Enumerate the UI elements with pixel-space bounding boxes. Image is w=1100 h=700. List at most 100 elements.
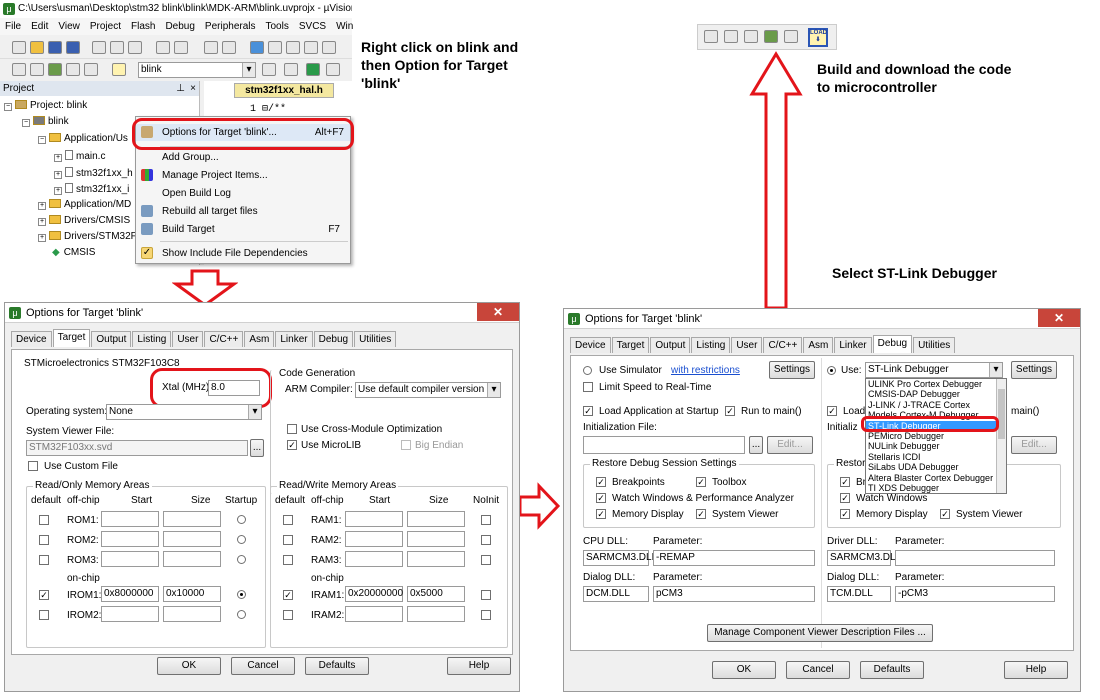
- menu-add-group[interactable]: Add Group...: [136, 149, 350, 166]
- batch-build-icon[interactable]: [66, 63, 80, 76]
- tree-app-user[interactable]: − Application/Us: [38, 133, 128, 144]
- memory-checkbox[interactable]: ✓: [596, 509, 606, 519]
- debugger-settings-button[interactable]: Settings: [1011, 361, 1057, 379]
- tab-asm[interactable]: Asm: [244, 331, 275, 347]
- expand-icon[interactable]: +: [38, 234, 46, 242]
- tab-linker[interactable]: Linker: [834, 337, 872, 353]
- driver-param-input[interactable]: [895, 550, 1055, 566]
- expand-icon[interactable]: +: [38, 218, 46, 226]
- tab-device[interactable]: Device: [11, 331, 52, 347]
- tab-debug[interactable]: Debug: [313, 331, 354, 347]
- cancel-button[interactable]: Cancel: [786, 661, 850, 679]
- tree-file-h[interactable]: + stm32f1xx_h: [54, 167, 133, 179]
- build-icon[interactable]: [30, 63, 44, 76]
- tdialog-dll-input[interactable]: TCM.DLL: [827, 586, 891, 602]
- rebuild-icon[interactable]: [744, 30, 758, 43]
- memory-checkbox-right[interactable]: ✓: [840, 509, 850, 519]
- rom2-startup[interactable]: [237, 535, 246, 544]
- tree-root[interactable]: − Project: blink: [4, 100, 87, 111]
- ok-button[interactable]: OK: [712, 661, 776, 679]
- init-browse-button[interactable]: ...: [749, 436, 763, 454]
- menu-build-target[interactable]: Build Target F7: [136, 221, 350, 238]
- tab-listing[interactable]: Listing: [691, 337, 731, 353]
- ram2-noinit[interactable]: [481, 535, 491, 545]
- menu-win[interactable]: Win: [331, 18, 358, 35]
- debugger-option[interactable]: SiLabs UDA Debugger: [866, 462, 1006, 472]
- menu-file[interactable]: File: [0, 18, 26, 35]
- debugger-option[interactable]: ULINK Pro Cortex Debugger: [866, 379, 1006, 389]
- irom2-default[interactable]: [39, 610, 49, 620]
- download-load-icon[interactable]: LOAD ⬇: [808, 28, 828, 47]
- iram2-start[interactable]: [345, 606, 403, 622]
- tree-cmsis-component[interactable]: ◆ CMSIS: [52, 247, 95, 258]
- nav-forward-icon[interactable]: [222, 41, 236, 54]
- paste-icon[interactable]: [128, 41, 142, 54]
- tab-user[interactable]: User: [172, 331, 204, 347]
- custom-file-checkbox[interactable]: [28, 461, 38, 471]
- close-icon[interactable]: ✕: [1038, 309, 1080, 327]
- cross-module-checkbox[interactable]: [287, 424, 297, 434]
- menu-peripherals[interactable]: Peripherals: [200, 18, 261, 35]
- system-viewer-checkbox-right[interactable]: ✓: [940, 509, 950, 519]
- iram1-size[interactable]: 0x5000: [407, 586, 465, 602]
- irom2-startup[interactable]: [237, 610, 246, 619]
- debugger-option[interactable]: Altera Blaster Cortex Debugger: [866, 473, 1006, 483]
- svd-browse-button[interactable]: ...: [250, 439, 264, 457]
- manage-viewer-button[interactable]: Manage Component Viewer Description File…: [707, 624, 933, 642]
- ram3-default[interactable]: [283, 555, 293, 565]
- file-extensions-icon[interactable]: [284, 63, 298, 76]
- close-icon[interactable]: ✕: [477, 303, 519, 321]
- rom1-default[interactable]: [39, 515, 49, 525]
- arm-compiler-select[interactable]: Use default compiler version: [355, 382, 501, 398]
- rom2-default[interactable]: [39, 535, 49, 545]
- stop-build-icon[interactable]: [784, 30, 798, 43]
- target-options-icon[interactable]: [262, 63, 276, 76]
- nav-back-icon[interactable]: [204, 41, 218, 54]
- watch-checkbox[interactable]: ✓: [596, 493, 606, 503]
- tab-asm[interactable]: Asm: [803, 337, 834, 353]
- stop-build-icon[interactable]: [84, 63, 98, 76]
- load-icon[interactable]: [112, 63, 126, 76]
- debugger-option[interactable]: TI XDS Debugger: [866, 483, 1006, 493]
- bookmark-icon[interactable]: [250, 41, 264, 54]
- irom1-startup[interactable]: [237, 590, 246, 599]
- irom1-default[interactable]: ✓: [39, 590, 49, 600]
- rom1-start[interactable]: [101, 511, 159, 527]
- with-restrictions-link[interactable]: with restrictions: [671, 365, 740, 376]
- expand-icon[interactable]: +: [54, 187, 62, 195]
- menu-flash[interactable]: Flash: [126, 18, 160, 35]
- iram1-noinit[interactable]: [481, 590, 491, 600]
- watch-checkbox-right[interactable]: ✓: [840, 493, 850, 503]
- toolbox-checkbox[interactable]: ✓: [696, 477, 706, 487]
- help-button[interactable]: Help: [1004, 661, 1068, 679]
- rebuild-icon[interactable]: [48, 63, 62, 76]
- use-simulator-radio[interactable]: [583, 366, 592, 375]
- tab-target[interactable]: Target: [611, 337, 650, 353]
- init-edit-button[interactable]: Edit...: [767, 436, 813, 454]
- close-pane-icon[interactable]: ×: [190, 81, 196, 96]
- ram2-start[interactable]: [345, 531, 403, 547]
- tab-output[interactable]: Output: [91, 331, 132, 347]
- rom1-startup[interactable]: [237, 515, 246, 524]
- ram1-default[interactable]: [283, 515, 293, 525]
- collapse-icon[interactable]: −: [38, 136, 46, 144]
- new-file-icon[interactable]: [12, 41, 26, 54]
- translate-icon[interactable]: [12, 63, 26, 76]
- expand-icon[interactable]: +: [54, 171, 62, 179]
- limit-speed-checkbox[interactable]: [583, 382, 593, 392]
- ram3-start[interactable]: [345, 551, 403, 567]
- tab-debug[interactable]: Debug: [872, 335, 913, 353]
- bookmark-clear-icon[interactable]: [304, 41, 318, 54]
- menu-open-build-log[interactable]: Open Build Log: [136, 185, 350, 202]
- rom3-size[interactable]: [163, 551, 221, 567]
- debugger-select[interactable]: ST-Link Debugger: [865, 362, 1003, 378]
- bookmark-prev-icon[interactable]: [268, 41, 282, 54]
- dialog-param-input[interactable]: pCM3: [653, 586, 815, 602]
- collapse-icon[interactable]: −: [22, 119, 30, 127]
- rom2-size[interactable]: [163, 531, 221, 547]
- menu-project[interactable]: Project: [85, 18, 126, 35]
- rom2-start[interactable]: [101, 531, 159, 547]
- pack-installer-icon[interactable]: [326, 63, 340, 76]
- os-select[interactable]: None: [106, 404, 262, 420]
- pin-icon[interactable]: ⊥: [176, 81, 185, 96]
